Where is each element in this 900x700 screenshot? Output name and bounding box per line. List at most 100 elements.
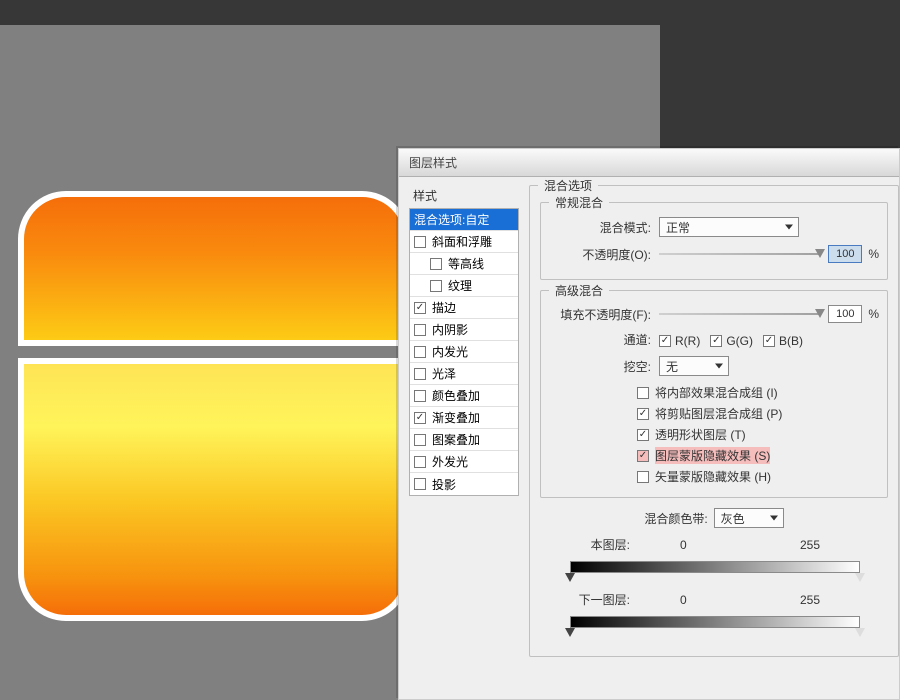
blend-options-group: 混合选项 常规混合 混合模式: 正常 不透明度(O): 100 % xyxy=(529,185,899,657)
opacity-label: 不透明度(O): xyxy=(549,246,659,263)
normal-blend-group: 常规混合 混合模式: 正常 不透明度(O): 100 % xyxy=(540,202,888,280)
blend-mode-select[interactable]: 正常 xyxy=(659,217,799,237)
style-item-label: 内发光 xyxy=(432,343,468,360)
adv-checkbox[interactable] xyxy=(637,387,649,399)
this-layer-slider[interactable] xyxy=(570,557,860,583)
underlying-white-thumb[interactable] xyxy=(855,628,865,637)
style-checkbox[interactable] xyxy=(414,346,426,358)
style-checkbox[interactable] xyxy=(414,368,426,380)
style-item-6[interactable]: 内发光 xyxy=(410,341,518,363)
fill-slider[interactable] xyxy=(659,313,820,315)
adv-option-label: 透明形状图层 (T) xyxy=(655,426,746,443)
adv-option-label: 将内部效果混合成组 (I) xyxy=(655,384,778,401)
channel-B(B)[interactable]: B(B) xyxy=(763,334,803,348)
style-item-0[interactable]: 混合选项:自定 xyxy=(410,209,518,231)
underlying-v1: 255 xyxy=(800,593,820,607)
style-item-5[interactable]: 内阴影 xyxy=(410,319,518,341)
style-item-4[interactable]: 描边 xyxy=(410,297,518,319)
opacity-slider[interactable] xyxy=(659,253,820,255)
icon-top-half xyxy=(18,191,410,346)
this-layer-white-thumb[interactable] xyxy=(855,573,865,582)
fill-pct: % xyxy=(868,307,879,321)
blend-band-select[interactable]: 灰色 xyxy=(714,508,784,528)
style-item-label: 外发光 xyxy=(432,453,468,470)
adv-option-3[interactable]: 图层蒙版隐藏效果 (S) xyxy=(637,447,879,464)
style-item-label: 渐变叠加 xyxy=(432,409,480,426)
this-layer-black-thumb[interactable] xyxy=(565,573,575,582)
style-checkbox[interactable] xyxy=(414,456,426,468)
style-item-3[interactable]: 纹理 xyxy=(410,275,518,297)
style-checkbox[interactable] xyxy=(430,258,442,270)
blend-band-label: 混合颜色带: xyxy=(644,510,707,527)
blend-mode-value: 正常 xyxy=(666,219,690,236)
adv-checkbox[interactable] xyxy=(637,450,649,462)
preview-icon xyxy=(18,191,410,621)
opacity-pct: % xyxy=(868,247,879,261)
style-checkbox[interactable] xyxy=(414,236,426,248)
channel-label: G(G) xyxy=(726,334,753,348)
advanced-blend-title: 高级混合 xyxy=(549,282,609,299)
adv-checkbox[interactable] xyxy=(637,429,649,441)
channel-checkbox[interactable] xyxy=(763,335,775,347)
channel-checkbox[interactable] xyxy=(710,335,722,347)
knockout-value: 无 xyxy=(666,358,678,375)
opacity-thumb[interactable] xyxy=(815,249,825,258)
underlying-slider[interactable] xyxy=(570,612,860,638)
style-item-12[interactable]: 投影 xyxy=(410,473,518,495)
style-checkbox[interactable] xyxy=(414,324,426,336)
style-item-11[interactable]: 外发光 xyxy=(410,451,518,473)
adv-option-label: 矢量蒙版隐藏效果 (H) xyxy=(655,468,771,485)
channel-R(R)[interactable]: R(R) xyxy=(659,334,700,348)
this-layer-label: 本图层: xyxy=(570,536,640,553)
adv-option-0[interactable]: 将内部效果混合成组 (I) xyxy=(637,384,879,401)
adv-checkbox[interactable] xyxy=(637,408,649,420)
normal-blend-title: 常规混合 xyxy=(549,194,609,211)
channel-label: R(R) xyxy=(675,334,700,348)
this-layer-v1: 255 xyxy=(800,538,820,552)
style-item-1[interactable]: 斜面和浮雕 xyxy=(410,231,518,253)
adv-checkbox[interactable] xyxy=(637,471,649,483)
underlying-v0: 0 xyxy=(680,593,687,607)
style-item-9[interactable]: 渐变叠加 xyxy=(410,407,518,429)
this-layer-v0: 0 xyxy=(680,538,687,552)
underlying-black-thumb[interactable] xyxy=(565,628,575,637)
style-item-label: 等高线 xyxy=(448,255,484,272)
fill-input[interactable]: 100 xyxy=(828,305,862,323)
style-checkbox[interactable] xyxy=(414,390,426,402)
style-checkbox[interactable] xyxy=(430,280,442,292)
style-item-label: 纹理 xyxy=(448,277,472,294)
adv-option-2[interactable]: 透明形状图层 (T) xyxy=(637,426,879,443)
adv-option-label: 将剪贴图层混合成组 (P) xyxy=(655,405,782,422)
style-item-2[interactable]: 等高线 xyxy=(410,253,518,275)
styles-header: 样式 xyxy=(413,187,519,204)
style-checkbox[interactable] xyxy=(414,412,426,424)
knockout-select[interactable]: 无 xyxy=(659,356,729,376)
fill-thumb[interactable] xyxy=(815,309,825,318)
opacity-input[interactable]: 100 xyxy=(828,245,862,263)
blend-band-value: 灰色 xyxy=(721,510,745,527)
dialog-title[interactable]: 图层样式 xyxy=(399,149,899,177)
style-item-10[interactable]: 图案叠加 xyxy=(410,429,518,451)
style-item-7[interactable]: 光泽 xyxy=(410,363,518,385)
adv-option-label: 图层蒙版隐藏效果 (S) xyxy=(655,447,770,464)
group-title-blend: 混合选项 xyxy=(538,177,598,194)
channel-checkbox[interactable] xyxy=(659,335,671,347)
underlying-track xyxy=(570,616,860,628)
style-item-label: 斜面和浮雕 xyxy=(432,233,492,250)
adv-option-1[interactable]: 将剪贴图层混合成组 (P) xyxy=(637,405,879,422)
style-checkbox[interactable] xyxy=(414,478,426,490)
style-item-label: 颜色叠加 xyxy=(432,387,480,404)
underlying-label: 下一图层: xyxy=(570,591,640,608)
style-checkbox[interactable] xyxy=(414,434,426,446)
channel-label: B(B) xyxy=(779,334,803,348)
knockout-label: 挖空: xyxy=(549,358,659,375)
style-item-label: 描边 xyxy=(432,299,456,316)
style-checkbox[interactable] xyxy=(414,302,426,314)
fill-opacity-label: 填充不透明度(F): xyxy=(549,306,659,323)
style-item-label: 内阴影 xyxy=(432,321,468,338)
this-layer-track xyxy=(570,561,860,573)
style-item-8[interactable]: 颜色叠加 xyxy=(410,385,518,407)
channel-G(G)[interactable]: G(G) xyxy=(710,334,753,348)
style-item-label: 投影 xyxy=(432,476,456,493)
adv-option-4[interactable]: 矢量蒙版隐藏效果 (H) xyxy=(637,468,879,485)
